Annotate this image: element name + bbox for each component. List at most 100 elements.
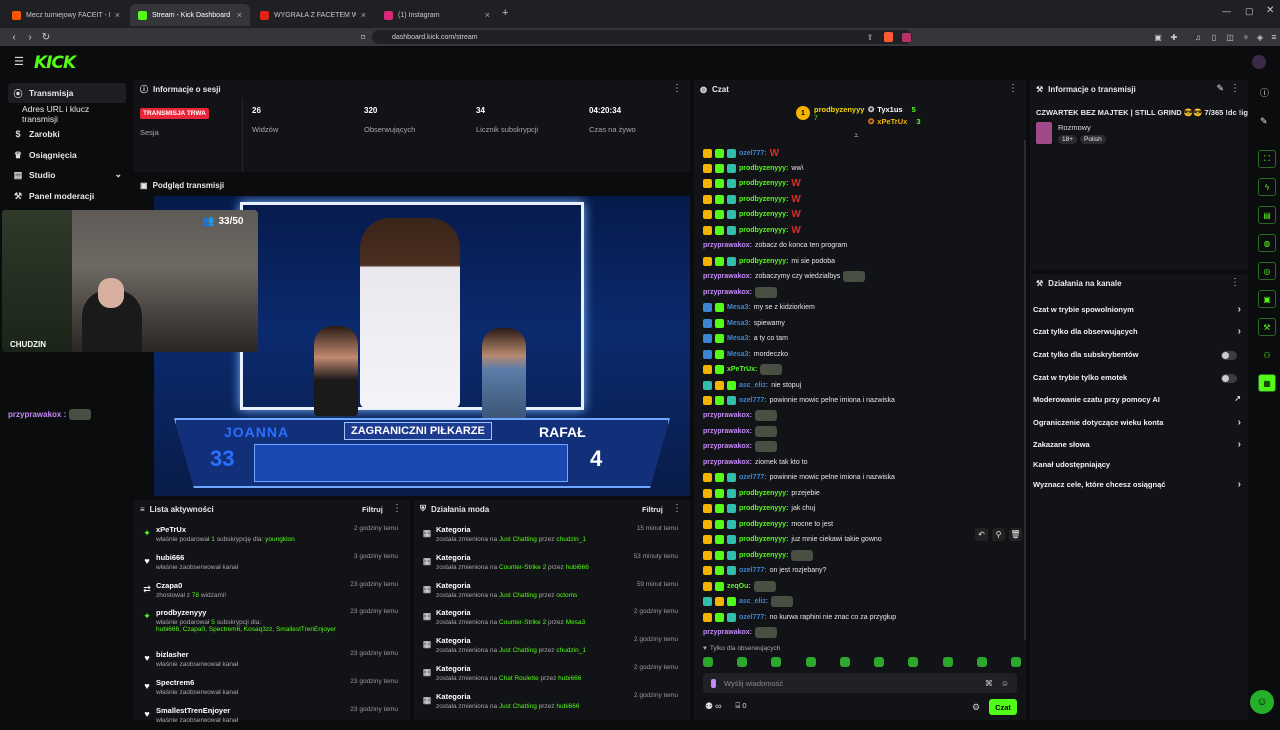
activity-item[interactable]: ♥ hubi666 właśnie zaobserwował kanał 3 g…	[134, 550, 404, 577]
chat-username[interactable]: przyprawakox:	[703, 459, 752, 466]
chat-username[interactable]: przyprawakox:	[703, 443, 752, 450]
chat-icon[interactable]: ◍	[1258, 234, 1276, 252]
quick-emote-icon[interactable]	[874, 657, 885, 667]
sidebar-item-transmisja[interactable]: ⦿ Transmisja	[8, 83, 126, 103]
browser-menu-icon[interactable]: ≡	[1266, 28, 1280, 46]
activity-item[interactable]: ✦ prodbyzenyyy właśnie podarował 5 subsk…	[134, 605, 404, 633]
mod-action-item[interactable]: ▦ Kategoria została zmieniona na Chat Ro…	[414, 661, 684, 688]
activity-item[interactable]: ♥ bizlasher właśnie zaobserwował kanał 2…	[134, 647, 404, 674]
chat-username[interactable]: prodbyzenyyy:	[739, 211, 788, 218]
chat-message[interactable]: przyprawakox:	[703, 440, 778, 454]
chat-message[interactable]: asc_eliz:	[703, 595, 794, 609]
chat-message[interactable]: prodbyzenyyy: W	[703, 192, 801, 206]
support-chat-icon[interactable]: ☺	[1250, 690, 1274, 714]
chat-username[interactable]: ozel777:	[739, 474, 767, 481]
lightning-icon[interactable]: ϟ	[1258, 178, 1276, 196]
brave-shield-icon[interactable]	[880, 28, 896, 46]
chat-username[interactable]: przyprawakox:	[703, 629, 752, 636]
quick-emote-icon[interactable]	[908, 657, 919, 667]
chat-input[interactable]: Wyślij wiadomość ⌘ ☺	[703, 673, 1017, 693]
chat-message[interactable]: prodbyzenyyy: przejebie	[703, 486, 820, 500]
chat-username[interactable]: przyprawakox:	[703, 242, 752, 249]
quick-emote-icon[interactable]	[976, 657, 987, 667]
kick-logo[interactable]: KICK	[34, 53, 76, 73]
quick-emote-icon[interactable]	[1010, 657, 1021, 667]
chat-message[interactable]: prodbyzenyyy: jak chuj	[703, 502, 815, 516]
chat-message[interactable]: prodbyzenyyy: W	[703, 208, 801, 222]
channel-action-item[interactable]: Ograniczenie dotyczące wieku konta ›	[1033, 417, 1245, 432]
puzzle-icon[interactable]: ✚	[1166, 28, 1182, 46]
chat-username[interactable]: prodbyzenyyy:	[739, 196, 788, 203]
quick-emote-icon[interactable]	[771, 657, 782, 667]
chat-username[interactable]: prodbyzenyyy:	[739, 536, 788, 543]
mod-action-item[interactable]: ▦ Kategoria została zmieniona na Counter…	[414, 550, 684, 577]
delete-icon[interactable]: 🗑	[1009, 528, 1022, 541]
chat-username[interactable]: ozel777:	[739, 397, 767, 404]
emoji-icon[interactable]: ☺	[1001, 679, 1009, 688]
chat-username[interactable]: Mesa3:	[727, 335, 751, 342]
extensions-icon[interactable]: ▣	[1150, 28, 1166, 46]
chat-message[interactable]: Mesa3: a ty co tam	[703, 332, 788, 346]
chat-message[interactable]: xPeTrUx:	[703, 363, 783, 377]
chat-message[interactable]: ozel777: powinnie mowic pelne imiona i na…	[703, 471, 895, 485]
collapse-gifters-icon[interactable]: ⩡	[854, 131, 859, 141]
chat-username[interactable]: zeqOu:	[727, 583, 751, 590]
bookmark-icon[interactable]: ⌑	[355, 28, 371, 46]
more-options-icon[interactable]: ⋮	[672, 83, 682, 94]
quick-emote-icon[interactable]	[942, 657, 953, 667]
new-tab-icon[interactable]: +	[502, 7, 508, 19]
quick-action-icon[interactable]: ⛶	[1258, 150, 1276, 168]
chat-username[interactable]: xPeTrUx:	[727, 366, 757, 373]
share-icon[interactable]: ⇪	[862, 28, 878, 46]
channel-action-item[interactable]: Moderowanie czatu przy pomocy AI ↗	[1033, 394, 1245, 409]
mod-action-item[interactable]: ▦ Kategoria została zmieniona na Just Ch…	[414, 633, 684, 660]
chat-message[interactable]: Mesa3: my se z kidziorkiem	[703, 301, 815, 315]
sidebar-item-osiagniecia[interactable]: ♛ Osiągnięcia	[8, 145, 126, 165]
chat-username[interactable]: przyprawakox:	[703, 273, 752, 280]
chat-message[interactable]: zeqOu:	[703, 579, 776, 593]
chat-username[interactable]: asc_eliz:	[739, 598, 768, 605]
chat-username[interactable]: ozel777:	[739, 150, 767, 157]
chat-message[interactable]: ozel777: on jest rozjebany?	[703, 564, 826, 578]
channel-action-item[interactable]: Kanał udostępniający	[1033, 460, 1245, 474]
mod-action-item[interactable]: ▦ Kategoria została zmieniona na Just Ch…	[414, 689, 684, 716]
channel-action-item[interactable]: Zakazane słowa ›	[1033, 439, 1245, 454]
chat-username[interactable]: asc_eliz:	[739, 382, 768, 389]
chat-username[interactable]: Mesa3:	[727, 304, 751, 311]
chat-message[interactable]: przyprawakox:	[703, 424, 778, 438]
calendar-icon[interactable]: ▦	[1258, 374, 1276, 392]
command-icon[interactable]: ⌘	[985, 679, 993, 688]
chat-message[interactable]: Mesa3: mordeczko	[703, 347, 788, 361]
filter-button[interactable]: Filtruj	[642, 505, 663, 514]
chat-message[interactable]: przyprawakox: zobaczymy czy wiedzialbys	[703, 270, 866, 284]
chat-message[interactable]: prodbyzenyyy: ww\	[703, 161, 803, 175]
chat-message[interactable]: prodbyzenyyy: W	[703, 223, 801, 237]
layout-icon[interactable]: ▣	[1258, 290, 1276, 308]
user-avatar[interactable]	[1252, 55, 1266, 69]
reload-icon[interactable]: ↻	[38, 28, 54, 46]
back-icon[interactable]: ‹	[6, 28, 22, 46]
chat-message[interactable]: prodbyzenyyy: juz mnie ciekawi takie gown…	[703, 533, 882, 547]
chat-message[interactable]: Mesa3: spiewamy	[703, 316, 785, 330]
sidebar-item-studio[interactable]: ▤ Studio ⌄	[8, 165, 126, 185]
users-icon[interactable]: ⚇	[1258, 346, 1276, 364]
quick-emote-icon[interactable]	[703, 657, 713, 667]
channel-action-item[interactable]: Czat tylko dla subskrybentów	[1033, 350, 1245, 364]
chat-username[interactable]: Mesa3:	[727, 320, 751, 327]
browser-tab-kick-dashboard[interactable]: Stream - Kick Dashboard ×	[130, 4, 250, 26]
chat-message[interactable]: przyprawakox:	[703, 626, 778, 640]
toggle-switch[interactable]	[1221, 351, 1237, 360]
chat-message[interactable]: prodbyzenyyy: mocne to jest	[703, 517, 833, 531]
mod-action-item[interactable]: ▦ Kategoria została zmieniona na Just Ch…	[414, 578, 684, 605]
chat-message[interactable]: ozel777: powinnie mowic pelne imiona i na…	[703, 394, 895, 408]
chat-message[interactable]: prodbyzenyyy:	[703, 548, 814, 562]
wrench-icon[interactable]: ⚒	[1258, 318, 1276, 336]
chat-message[interactable]: prodbyzenyyy: W	[703, 177, 801, 191]
channel-action-item[interactable]: Czat w trybie spowolnionym ›	[1033, 304, 1245, 319]
chat-message[interactable]: przyprawakox: ziomek tak kto to	[703, 455, 808, 469]
edit-pencil-icon[interactable]: ✎	[1216, 83, 1224, 94]
quick-emote-icon[interactable]	[839, 657, 850, 667]
forward-icon[interactable]: ›	[22, 28, 38, 46]
quick-emote-icon[interactable]	[737, 657, 748, 667]
more-options-icon[interactable]: ⋮	[672, 503, 682, 514]
